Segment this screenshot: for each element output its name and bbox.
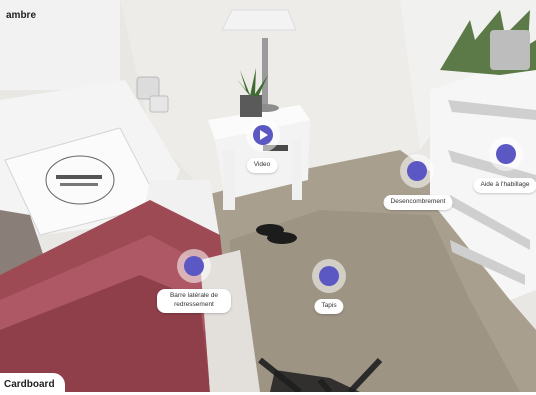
tapis-hotspot[interactable] — [312, 259, 346, 293]
aide-habillage-hotspot[interactable] — [489, 137, 523, 171]
dot-icon — [319, 266, 339, 286]
dot-icon — [496, 144, 516, 164]
barre-laterale-hotspot[interactable] — [177, 249, 211, 283]
panorama-scene[interactable] — [0, 0, 536, 392]
video-label[interactable]: Video — [246, 158, 278, 173]
desencombrement-hotspot[interactable] — [400, 154, 434, 188]
video-hotspot[interactable] — [246, 118, 280, 152]
room-title: ambre — [6, 10, 37, 21]
dot-icon — [184, 256, 204, 276]
tapis-label[interactable]: Tapis — [314, 299, 344, 314]
barre-laterale-label[interactable]: Barre latérale de redressement — [157, 289, 231, 313]
desencombrement-label[interactable]: Desencombrement — [383, 195, 453, 210]
dot-icon — [407, 161, 427, 181]
room-illustration — [0, 0, 536, 392]
play-icon — [253, 125, 273, 145]
aide-habillage-label[interactable]: Aide à l'habillage — [473, 178, 536, 193]
